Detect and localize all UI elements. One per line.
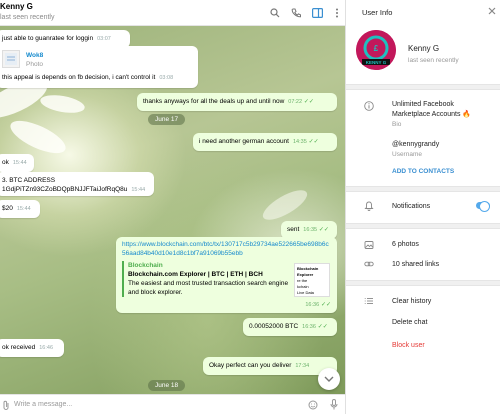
shared-photos-item[interactable]: 6 photos	[392, 240, 419, 249]
message-incoming[interactable]: 3. BTC ADDRESS 1GdjPiTZn93CZoBDQpBNJJFTa…	[0, 172, 154, 196]
file-name[interactable]: Wok8	[26, 51, 43, 60]
message-text: ok received	[2, 344, 36, 351]
notifications-label: Notifications	[392, 203, 431, 210]
username-value[interactable]: @kennygrandy	[392, 140, 439, 149]
svg-text:£: £	[374, 44, 379, 53]
message-text: 3. BTC ADDRESS	[2, 177, 56, 184]
user-info-panel: User Info £ KENNY G Kenny G last seen re…	[345, 0, 500, 414]
preview-title: Blockchain.com Explorer | BTC | ETH | BC…	[128, 271, 263, 278]
message-text: Okay perfect can you deliver	[209, 362, 292, 369]
message-text: this appeal is depends on fb decision, i…	[2, 74, 156, 81]
add-to-contacts-button[interactable]: ADD TO CONTACTS	[392, 168, 454, 175]
info-icon	[364, 101, 374, 111]
read-checkmarks-icon: ✓✓	[317, 324, 328, 330]
message-time: 16:46	[39, 345, 54, 351]
chat-header: Kenny G last seen recently	[0, 0, 345, 26]
message-incoming[interactable]: ok 15:44	[0, 154, 34, 172]
link-preview[interactable]: Blockchain Blockchain.com Explorer | BTC…	[122, 261, 290, 297]
message-time: 16:35	[303, 227, 318, 233]
microphone-icon[interactable]	[330, 399, 338, 410]
user-name: Kenny G	[408, 44, 440, 53]
message-time: 15:44	[16, 206, 31, 212]
message-link[interactable]: https://www.blockchain.com/btc/tx/130717…	[122, 241, 331, 258]
phone-icon[interactable]	[289, 6, 303, 20]
link-icon	[364, 261, 374, 267]
bell-icon	[364, 201, 374, 211]
search-icon[interactable]	[268, 6, 282, 20]
message-text: sent	[287, 226, 300, 233]
avatar-text: KENNY G	[366, 60, 387, 65]
scroll-down-button[interactable]	[318, 368, 340, 390]
message-time: 03:08	[159, 75, 174, 81]
message-text: $20	[2, 205, 13, 212]
message-input[interactable]: Write a message...	[14, 401, 72, 408]
user-last-seen: last seen recently	[408, 57, 459, 64]
message-incoming-file[interactable]: Wok8 Photo this appeal is depends on fb …	[0, 46, 198, 88]
preview-site: Blockchain	[128, 262, 163, 269]
read-checkmarks-icon: ✓✓	[303, 99, 314, 105]
close-icon[interactable]	[486, 5, 498, 17]
chat-status: last seen recently	[0, 14, 55, 21]
date-separator: June 18	[148, 380, 186, 391]
attach-icon[interactable]	[2, 400, 10, 410]
message-time: 07:22	[288, 99, 303, 105]
message-text: ok	[2, 159, 9, 166]
read-checkmarks-icon: ✓✓	[320, 302, 331, 308]
message-time: 16:36	[302, 324, 316, 330]
preview-thumbnail[interactable]: Blockchain Explorer re the kchain Live D…	[294, 263, 330, 297]
file-type: Photo	[26, 61, 43, 68]
chat-title[interactable]: Kenny G	[0, 2, 33, 11]
message-text: thanks anyways for all the deals up and …	[143, 98, 285, 105]
bio-line-2: Marketplace Accounts 🔥	[392, 111, 472, 118]
bio-line-1: Unlimited Facebook	[392, 101, 454, 108]
block-user-button[interactable]: Block user	[392, 341, 425, 350]
read-checkmarks-icon: ✓✓	[308, 139, 319, 145]
message-time: 15:44	[131, 187, 146, 193]
message-time: 03:07	[97, 36, 111, 42]
chat-pane: Kenny G last seen recently just able to …	[0, 0, 345, 414]
composer: Write a message...	[0, 394, 345, 414]
clear-history-button[interactable]: Clear history	[392, 297, 431, 306]
message-text: just able to guanratee for loggin	[2, 35, 94, 42]
section-divider	[346, 223, 500, 229]
message-outgoing[interactable]: Okay perfect can you deliver 17:34	[203, 357, 337, 375]
panel-title: User Info	[362, 8, 393, 17]
date-separator: June 17	[148, 114, 186, 125]
message-time: 15:44	[12, 160, 27, 166]
list-icon	[364, 298, 373, 304]
preview-description: The easiest and most trusted transaction…	[128, 280, 289, 296]
section-divider	[346, 84, 500, 90]
photo-icon	[364, 241, 374, 249]
message-incoming[interactable]: $20 15:44	[0, 200, 40, 218]
btc-address: 1GdjPiTZn93CZoBDQpBNJJFTaiJofRqQ8u	[2, 186, 128, 193]
sidebar-toggle-icon[interactable]	[310, 6, 324, 20]
chevron-down-icon	[324, 376, 334, 382]
section-divider	[346, 280, 500, 286]
message-incoming[interactable]: ok received 16:46	[0, 339, 64, 357]
message-text: i need another german account	[199, 138, 289, 145]
shared-links-item[interactable]: 10 shared links	[392, 260, 439, 269]
message-text: 0.00052000 BTC	[249, 323, 299, 330]
message-outgoing[interactable]: i need another german account 14:35 ✓✓	[193, 133, 337, 151]
read-checkmarks-icon: ✓✓	[318, 227, 329, 233]
more-options-icon[interactable]	[330, 6, 344, 20]
section-divider	[346, 186, 500, 192]
username-label: Username	[392, 151, 422, 158]
message-time: 14:35	[292, 139, 307, 145]
message-outgoing-link[interactable]: https://www.blockchain.com/btc/tx/130717…	[116, 237, 337, 313]
emoji-icon[interactable]	[308, 400, 318, 410]
file-thumbnail[interactable]	[2, 50, 20, 68]
message-time: 16:36	[305, 302, 320, 308]
message-time: 17:34	[295, 363, 310, 369]
avatar[interactable]: £ KENNY G	[356, 30, 396, 70]
message-outgoing[interactable]: 0.00052000 BTC 16:36 ✓✓	[243, 318, 337, 336]
message-outgoing[interactable]: thanks anyways for all the deals up and …	[137, 93, 337, 111]
delete-chat-button[interactable]: Delete chat	[392, 318, 427, 327]
notifications-toggle[interactable]	[476, 201, 490, 212]
bio-label: Bio	[392, 121, 402, 128]
